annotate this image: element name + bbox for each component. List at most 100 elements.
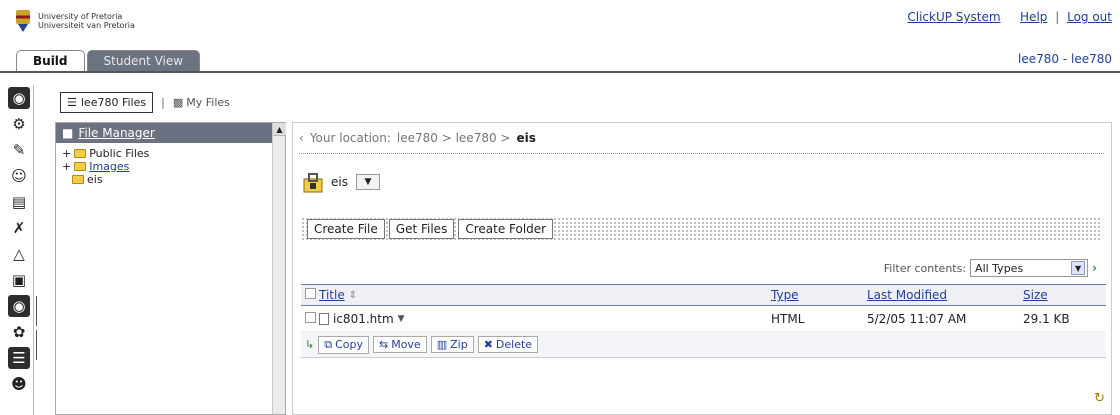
file-tree-header: ■ File Manager [56, 123, 285, 143]
face-icon[interactable]: ☻ [8, 373, 30, 395]
my-files-link[interactable]: ▩ My Files [173, 96, 230, 109]
tab-student-view[interactable]: Student View [86, 50, 201, 72]
breadcrumb: ‹ Your location: lee780 > lee780 > eis [299, 131, 536, 145]
file-type: HTML [771, 311, 805, 326]
file-manager-link[interactable]: File Manager [78, 126, 155, 140]
file-tree-panel: ■ File Manager + Public Files + Images e… [55, 122, 286, 415]
create-file-button[interactable]: Create File [307, 219, 385, 239]
left-toolbar: ◉ ⚙ ✎ ☺ ▤ ✗ △ ▣ ◉ ✿ ☰ ☻ [4, 85, 34, 415]
file-size: 29.1 KB [1023, 311, 1070, 326]
folder-icon [74, 149, 87, 158]
folder-icon: ▩ [172, 96, 184, 109]
delete-label: Delete [495, 338, 533, 351]
move-button[interactable]: ⇆ Move [372, 336, 427, 353]
help-link[interactable]: Help [1020, 10, 1047, 24]
folder-options-icon[interactable]: ▼ [355, 174, 380, 190]
logo-line-2: Universiteit van Pretoria [38, 21, 135, 30]
column-title[interactable]: Title [319, 288, 345, 302]
scroll-up-icon[interactable]: ▲ [273, 123, 286, 136]
toolbar-divider [36, 296, 44, 326]
course-files-label: lee780 Files [80, 96, 147, 109]
bell-icon[interactable]: △ [8, 243, 30, 265]
open-folder-icon [72, 175, 84, 184]
course-files-button[interactable]: ☰ lee780 Files [60, 92, 154, 113]
divider [299, 153, 1104, 154]
tree-scrollbar[interactable]: ▲ [272, 123, 286, 414]
tools-icon[interactable]: ⚙ [8, 113, 30, 135]
calendar-icon[interactable]: ▤ [8, 191, 30, 213]
copy-label: Copy [335, 338, 363, 351]
university-logo: University of Pretoria Universiteit van … [14, 8, 135, 34]
expand-icon[interactable]: + [62, 147, 71, 160]
delete-button[interactable]: ✖ Delete [477, 336, 539, 353]
folder-icon [74, 162, 87, 171]
location-path[interactable]: lee780 > lee780 > [397, 131, 511, 145]
table-header: Title ⇕ Type Last Modified Size [301, 284, 1106, 306]
tree-item-images[interactable]: + Images [62, 160, 279, 173]
go-icon[interactable]: › [1092, 261, 1097, 275]
locked-folder-icon [303, 173, 323, 193]
copy-icon: ⧉ [324, 337, 333, 351]
move-label: Move [391, 338, 421, 351]
file-manager-icon[interactable]: ☰ [8, 347, 30, 369]
get-files-button[interactable]: Get Files [388, 219, 455, 239]
filter-value: All Types [975, 261, 1024, 275]
move-icon: ⇆ [378, 338, 389, 351]
folder-name: eis [331, 175, 348, 189]
zip-button[interactable]: ▥ Zip [430, 336, 474, 353]
content-panel: ‹ Your location: lee780 > lee780 > eis e… [292, 122, 1112, 415]
tab-build[interactable]: Build [16, 50, 85, 72]
user-name: lee780 - lee780 [1018, 52, 1112, 66]
flower-icon[interactable]: ✿ [8, 321, 30, 343]
location-label: Your location: [309, 131, 391, 145]
file-table: Title ⇕ Type Last Modified Size ic801.htm… [301, 284, 1106, 358]
column-size[interactable]: Size [1023, 288, 1048, 302]
home-icon[interactable]: ◉ [8, 87, 30, 109]
filter-select[interactable]: All Types ▼ [970, 259, 1089, 277]
system-link[interactable]: ClickUP System [907, 10, 1000, 24]
bulk-actions: ↳ ⧉ Copy ⇆ Move ▥ Zip ✖ Delete [301, 332, 1106, 358]
select-all-checkbox[interactable] [305, 288, 316, 299]
zip-label: Zip [450, 338, 468, 351]
create-folder-button[interactable]: Create Folder [458, 219, 554, 239]
header-divider [0, 71, 1120, 73]
tree-item-label: eis [87, 173, 103, 186]
file-options-icon[interactable]: ▼ [398, 314, 405, 324]
file-title[interactable]: ic801.htm [333, 312, 394, 326]
logout-link[interactable]: Log out [1067, 10, 1112, 24]
column-type[interactable]: Type [771, 288, 799, 302]
document-icon [319, 312, 329, 325]
column-last-modified[interactable]: Last Modified [867, 288, 947, 302]
toolbar-divider [36, 330, 44, 360]
crest-icon [16, 10, 30, 32]
my-files-label: My Files [186, 96, 230, 109]
expand-icon[interactable]: + [62, 160, 71, 173]
edit-icon[interactable]: ✎ [8, 139, 30, 161]
select-arrow-icon: ↳ [305, 338, 315, 351]
chevron-down-icon[interactable]: ▼ [1071, 261, 1086, 275]
copy-button[interactable]: ⧉ Copy [318, 335, 369, 354]
tree-item-label: Images [89, 160, 130, 173]
row-checkbox[interactable] [305, 311, 316, 323]
action-buttons: Create File Get Files Create Folder [307, 219, 554, 239]
pin-icon[interactable]: ✗ [8, 217, 30, 239]
display-icon[interactable]: ▣ [8, 269, 30, 291]
globe-icon[interactable]: ◉ [8, 295, 30, 317]
back-icon[interactable]: ‹ [299, 131, 304, 145]
filter-row: Filter contents: All Types ▼ › [884, 259, 1097, 277]
current-folder: eis ▼ [303, 171, 380, 193]
people-icon[interactable]: ☺ [8, 165, 30, 187]
sort-icon: ⇕ [348, 289, 358, 301]
delete-icon: ✖ [483, 338, 493, 351]
top-links: ClickUP System Help | Log out [907, 10, 1112, 24]
tree-item-public-files[interactable]: + Public Files [62, 147, 279, 160]
header: University of Pretoria Universiteit van … [0, 0, 1120, 72]
filter-label: Filter contents: [883, 261, 967, 275]
tree-item-eis[interactable]: eis [62, 173, 279, 186]
table-row[interactable]: ic801.htm ▼ HTML 5/2/05 11:07 AM 29.1 KB [301, 306, 1106, 332]
zip-icon: ▥ [436, 338, 448, 351]
file-modified: 5/2/05 11:07 AM [867, 311, 967, 326]
logo-line-1: University of Pretoria [38, 12, 123, 21]
refresh-icon[interactable]: ↻ [1094, 391, 1105, 406]
library-switch: ☰ lee780 Files | ▩ My Files [60, 92, 230, 113]
